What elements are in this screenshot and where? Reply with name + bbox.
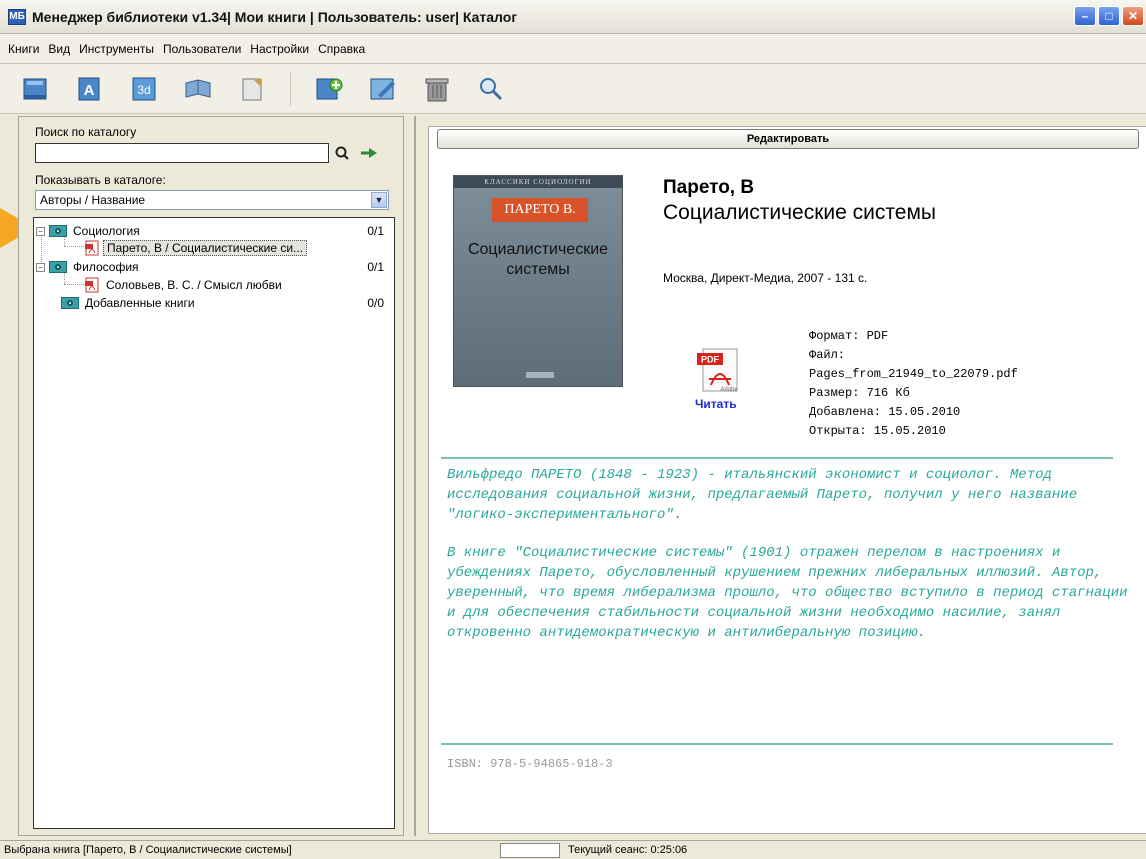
divider xyxy=(441,743,1113,745)
open-book-icon[interactable] xyxy=(182,73,214,105)
close-button[interactable]: ✕ xyxy=(1122,6,1144,26)
tree-category-label: Добавленные книги xyxy=(85,296,195,310)
tree-book-pareto[interactable]: Парето, В / Социалистические си... xyxy=(84,239,308,257)
category-icon xyxy=(49,225,67,237)
menu-users[interactable]: Пользователи xyxy=(161,40,243,58)
chevron-down-icon[interactable]: ▼ xyxy=(371,192,387,208)
collapse-icon[interactable]: − xyxy=(36,262,45,272)
tree-category-label: Социология xyxy=(73,224,140,238)
show-in-catalog-label: Показывать в каталоге: xyxy=(35,173,166,187)
menu-books[interactable]: Книги xyxy=(6,40,41,58)
catalog-view-value: Авторы / Название xyxy=(40,193,146,207)
menu-help[interactable]: Справка xyxy=(316,40,367,58)
book-cover-image: КЛАССИКИ СОЦИОЛОГИИ ПАРЕТО В. Социалисти… xyxy=(453,175,623,387)
window-title: Менеджер библиотеки v1.34| Мои книги | П… xyxy=(32,8,518,25)
status-session-time: Текущий сеанс: 0:25:06 xyxy=(568,844,688,856)
menu-view[interactable]: Вид xyxy=(46,40,72,58)
category-icon xyxy=(61,297,79,309)
book-isbn: ISBN: 978-5-94865-918-3 xyxy=(447,757,613,771)
title-bar: МБ Менеджер библиотеки v1.34| Мои книги … xyxy=(0,0,1146,34)
divider xyxy=(441,457,1113,459)
add-book-icon[interactable] xyxy=(313,73,345,105)
menu-settings[interactable]: Настройки xyxy=(248,40,311,58)
svg-text:A: A xyxy=(84,82,95,99)
tree-book-label: Соловьев, В. С. / Смысл любви xyxy=(106,278,282,292)
window-controls: – □ ✕ xyxy=(1074,6,1144,26)
book-details-panel: Редактировать КЛАССИКИ СОЦИОЛОГИИ ПАРЕТО… xyxy=(414,116,1146,836)
category-icon xyxy=(49,261,67,273)
3d-view-icon[interactable]: 3d xyxy=(128,73,160,105)
meta-file-label: Файл: xyxy=(809,348,846,362)
meta-added: Добавлена: 15.05.2010 xyxy=(809,405,961,419)
status-selected-book: Выбрана книга [Парето, В / Социалистичес… xyxy=(4,844,292,856)
book-icon[interactable] xyxy=(20,73,52,105)
meta-format: Формат: PDF xyxy=(809,329,889,343)
app-icon: МБ xyxy=(8,8,26,25)
book-author: Парето, В xyxy=(663,177,755,198)
tree-category-count: 0/1 xyxy=(367,224,384,238)
search-go-icon[interactable] xyxy=(334,145,350,161)
catalog-tree[interactable]: − Социология 0/1 Парето, В / Социалистич… xyxy=(33,217,395,829)
tree-category-sociology[interactable]: − Социология 0/1 xyxy=(36,222,392,240)
search-label: Поиск по каталогу xyxy=(35,125,137,139)
meta-size: Размер: 716 Кб xyxy=(809,386,910,400)
search-input[interactable] xyxy=(35,143,329,163)
description-paragraph: Вильфредо ПАРЕТО (1848 - 1923) - итальян… xyxy=(447,467,1078,523)
description-paragraph: В книге "Социалистические системы" (1901… xyxy=(447,545,1128,641)
meta-file-name: Pages_from_21949_to_22079.pdf xyxy=(809,367,1018,381)
tree-category-philosophy[interactable]: − Философия 0/1 xyxy=(36,258,392,276)
menu-tools[interactable]: Инструменты xyxy=(77,40,156,58)
toolbar-separator xyxy=(290,71,291,106)
minimize-button[interactable]: – xyxy=(1074,6,1096,26)
book-description: Вильфредо ПАРЕТО (1848 - 1923) - итальян… xyxy=(447,465,1137,661)
delete-book-icon[interactable] xyxy=(421,73,453,105)
search-reset-icon[interactable] xyxy=(359,145,379,161)
adobe-pdf-icon[interactable]: PDF Adobe xyxy=(695,345,741,395)
book-title: Социалистические системы xyxy=(663,201,936,224)
svg-text:PDF: PDF xyxy=(701,355,720,365)
cover-author: ПАРЕТО В. xyxy=(492,198,588,222)
toolbar: A 3d xyxy=(0,64,1146,114)
catalog-panel: Поиск по каталогу Показывать в каталоге:… xyxy=(18,116,404,836)
file-metadata: Формат: PDF Файл: Pages_from_21949_to_22… xyxy=(809,327,1018,441)
pdf-file-icon xyxy=(85,240,99,256)
book-publication: Москва, Директ-Медиа, 2007 - 131 с. xyxy=(663,271,868,285)
book-card: Редактировать КЛАССИКИ СОЦИОЛОГИИ ПАРЕТО… xyxy=(428,126,1146,834)
maximize-button[interactable]: □ xyxy=(1098,6,1120,26)
search-icon[interactable] xyxy=(475,73,507,105)
status-bar: Выбрана книга [Парето, В / Социалистичес… xyxy=(0,840,1146,859)
author-icon[interactable]: A xyxy=(74,73,106,105)
edit-button[interactable]: Редактировать xyxy=(437,129,1139,149)
catalog-view-select[interactable]: Авторы / Название ▼ xyxy=(35,190,389,210)
note-icon[interactable] xyxy=(236,73,268,105)
tree-book-solovyov[interactable]: Соловьев, В. С. / Смысл любви xyxy=(84,276,282,294)
publisher-logo-icon xyxy=(526,372,554,378)
read-link[interactable]: Читать xyxy=(695,397,737,411)
tree-category-count: 0/1 xyxy=(367,260,384,274)
pdf-file-icon xyxy=(85,277,99,293)
status-progress-box xyxy=(500,842,560,858)
menu-bar: Книги Вид Инструменты Пользователи Настр… xyxy=(0,34,1146,64)
cover-series: КЛАССИКИ СОЦИОЛОГИИ xyxy=(454,176,622,188)
meta-opened: Открыта: 15.05.2010 xyxy=(809,424,946,438)
svg-text:Adobe: Adobe xyxy=(720,387,738,393)
svg-text:3d: 3d xyxy=(137,83,150,97)
tree-category-count: 0/0 xyxy=(367,296,384,310)
edit-book-icon[interactable] xyxy=(367,73,399,105)
tree-category-added[interactable]: Добавленные книги 0/0 xyxy=(57,294,392,312)
tree-book-label: Парето, В / Социалистические си... xyxy=(103,240,308,256)
tree-category-label: Философия xyxy=(73,260,139,274)
cover-title: Социалистические системы xyxy=(467,241,609,278)
collapse-icon[interactable]: − xyxy=(36,226,45,236)
